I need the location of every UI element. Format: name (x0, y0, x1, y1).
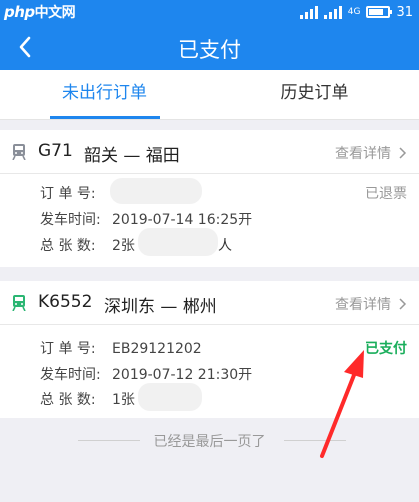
departure-value: 2019-07-14 16:25开 (112, 212, 253, 228)
order-card[interactable]: G71 韶关 — 福田 查看详情 订 单 号: 已退票 发车时间: 2019-07… (0, 130, 419, 267)
redacted-passenger-names (138, 228, 218, 256)
watermark-logo: php中文网 (4, 3, 76, 21)
order-number-row: 订 单 号: (40, 183, 112, 203)
departure-row: 发车时间: 2019-07-12 21:30开 (40, 364, 252, 384)
order-number-row: 订 单 号: EB29121202 (40, 338, 202, 358)
ticket-count-value: 2张 (112, 238, 135, 254)
network-type: 4G (347, 7, 361, 17)
view-details-link[interactable]: 查看详情 (335, 294, 407, 314)
order-number-value: EB29121202 (112, 341, 202, 357)
order-number-label: 订 单 号: (40, 341, 96, 357)
order-number-label: 订 单 号: (40, 186, 96, 202)
order-card[interactable]: K6552 深圳东 — 郴州 查看详情 订 单 号: EB29121202 已支付… (0, 281, 419, 418)
ticket-count-row: 总 张 数: 2张 (40, 235, 135, 255)
active-tab-indicator (50, 116, 160, 119)
order-card-header[interactable]: K6552 深圳东 — 郴州 查看详情 (0, 281, 419, 325)
signal-icon-2 (323, 5, 342, 19)
redacted-order-number (110, 178, 202, 204)
departure-label: 发车时间: (40, 212, 101, 228)
view-details-link[interactable]: 查看详情 (335, 143, 407, 163)
end-of-list-footer: 已经是最后一页了 (0, 424, 419, 456)
ticket-count-row: 总 张 数: 1张 (40, 389, 135, 409)
order-card-header[interactable]: G71 韶关 — 福田 查看详情 (0, 130, 419, 174)
ticket-count-value: 1张 (112, 392, 135, 408)
ticket-count-label: 总 张 数: (40, 392, 96, 408)
departure-label: 发车时间: (40, 367, 101, 383)
train-icon (12, 295, 26, 311)
page-title: 已支付 (178, 38, 241, 62)
view-details-label: 查看详情 (335, 297, 391, 313)
signal-icon (299, 5, 318, 19)
tab-history-orders[interactable]: 历史订单 (210, 70, 419, 120)
battery-icon (366, 6, 393, 18)
train-route: 韶关 — 福田 (84, 146, 180, 166)
ticket-count-label: 总 张 数: (40, 238, 96, 254)
chevron-right-icon (399, 298, 407, 310)
order-tabs: 未出行订单 历史订单 (0, 70, 419, 120)
train-icon (12, 144, 26, 160)
status-icons: 4G 31 (299, 3, 413, 21)
chevron-right-icon (399, 147, 407, 159)
battery-level: 31 (396, 4, 413, 20)
nav-bar: 已支付 (0, 24, 419, 70)
status-bar: php中文网 4G 31 (0, 0, 419, 24)
view-details-label: 查看详情 (335, 146, 391, 162)
redacted-passenger-names (138, 383, 202, 411)
order-status: 已退票 (365, 186, 407, 202)
divider (284, 440, 346, 441)
tab-upcoming-orders[interactable]: 未出行订单 (0, 70, 209, 120)
train-route: 深圳东 — 郴州 (104, 297, 217, 317)
departure-row: 发车时间: 2019-07-14 16:25开 (40, 209, 252, 229)
end-of-list-text: 已经是最后一页了 (153, 434, 266, 450)
passenger-suffix: 人 (218, 238, 232, 254)
train-number: G71 (38, 141, 73, 161)
departure-value: 2019-07-12 21:30开 (112, 367, 253, 383)
order-status: 已支付 (365, 341, 407, 357)
train-number: K6552 (38, 292, 93, 312)
